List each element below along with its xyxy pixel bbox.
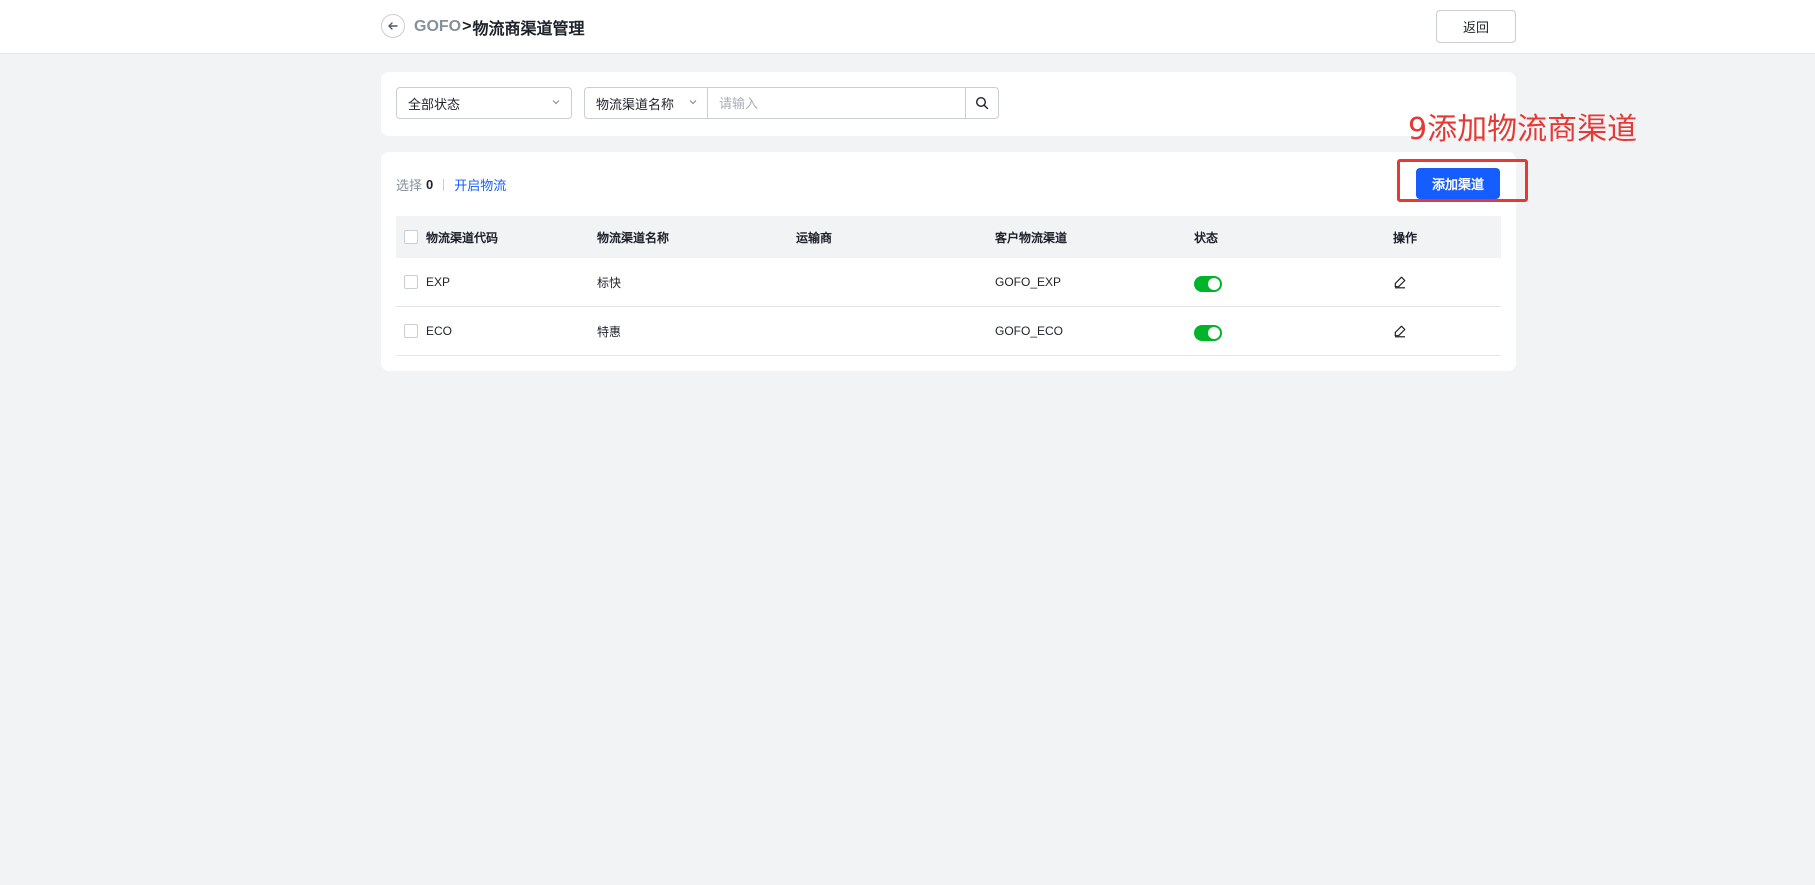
chevron-down-icon	[688, 97, 698, 110]
selected-label: 选择	[396, 178, 423, 193]
column-header-carrier: 运输商	[796, 230, 833, 245]
channel-name: 特惠	[597, 324, 622, 339]
status-toggle[interactable]	[1194, 325, 1222, 341]
toolbar-divider	[443, 178, 445, 191]
channel-code: ECO	[426, 324, 453, 338]
column-header-code: 物流渠道代码	[396, 216, 597, 258]
return-button[interactable]: 返回	[1436, 10, 1516, 43]
customer-channel: GOFO_EXP	[995, 275, 1062, 289]
carrier	[796, 258, 995, 306]
column-header-status: 状态	[1194, 230, 1219, 245]
table-header: 物流渠道代码 物流渠道名称 运输商 客户物流渠道 状态 操作	[396, 216, 1501, 258]
channel-code: EXP	[426, 275, 451, 289]
back-arrow-button[interactable]	[381, 14, 405, 38]
breadcrumb: GOFO > 物流商渠道管理	[414, 15, 584, 39]
search-input[interactable]	[708, 88, 965, 118]
carrier	[796, 307, 995, 355]
search-type-select[interactable]: 物流渠道名称	[585, 88, 708, 118]
row-checkbox[interactable]	[404, 324, 418, 338]
code-cell: ECO	[396, 307, 597, 355]
actions-cell	[1393, 258, 1501, 306]
customer-channel: GOFO_ECO	[995, 324, 1064, 338]
edit-icon[interactable]	[1393, 275, 1407, 289]
search-icon	[975, 96, 989, 110]
table-row: EXP 标快 GOFO_EXP	[396, 258, 1501, 307]
actions-cell	[1393, 307, 1501, 355]
search-button[interactable]	[965, 88, 998, 118]
channel-name-search-group: 物流渠道名称	[584, 87, 999, 119]
enable-logistics-link[interactable]: 开启物流	[454, 175, 506, 194]
search-type-value: 物流渠道名称	[596, 96, 675, 112]
column-header-name: 物流渠道名称	[597, 230, 670, 245]
selected-count: 0	[426, 177, 434, 192]
edit-icon[interactable]	[1393, 324, 1407, 338]
column-header-actions: 操作	[1393, 230, 1418, 245]
channel-table: 物流渠道代码 物流渠道名称 运输商 客户物流渠道 状态 操作 EXP 标快 GO…	[396, 216, 1501, 356]
arrow-left-icon	[388, 22, 398, 30]
code-cell: EXP	[396, 258, 597, 306]
status-select-value: 全部状态	[408, 96, 461, 112]
annotation-label: 9添加物流商渠道	[1408, 112, 1638, 147]
status-toggle[interactable]	[1194, 276, 1222, 292]
row-checkbox[interactable]	[404, 275, 418, 289]
status-cell	[1194, 307, 1393, 355]
status-cell	[1194, 258, 1393, 306]
column-header-label: 物流渠道代码	[426, 230, 499, 245]
breadcrumb-root[interactable]: GOFO	[414, 18, 461, 36]
status-select[interactable]: 全部状态	[396, 87, 572, 119]
channel-name: 标快	[597, 275, 622, 290]
add-channel-button[interactable]: 添加渠道	[1416, 168, 1500, 199]
select-all-checkbox[interactable]	[404, 230, 418, 244]
filter-card: 全部状态 物流渠道名称	[381, 72, 1516, 136]
channel-table-card: 选择 0 开启物流 添加渠道 物流渠道代码 物流渠道名称 运输商 客户物流渠道 …	[381, 152, 1516, 371]
chevron-down-icon	[551, 97, 561, 110]
breadcrumb-separator: >	[462, 18, 472, 35]
column-header-customer-channel: 客户物流渠道	[995, 230, 1068, 245]
page-title: 物流商渠道管理	[472, 21, 585, 38]
table-row: ECO 特惠 GOFO_ECO	[396, 307, 1501, 356]
top-bar: GOFO > 物流商渠道管理 返回	[0, 0, 1815, 54]
selection-toolbar: 选择 0 开启物流	[396, 175, 506, 194]
